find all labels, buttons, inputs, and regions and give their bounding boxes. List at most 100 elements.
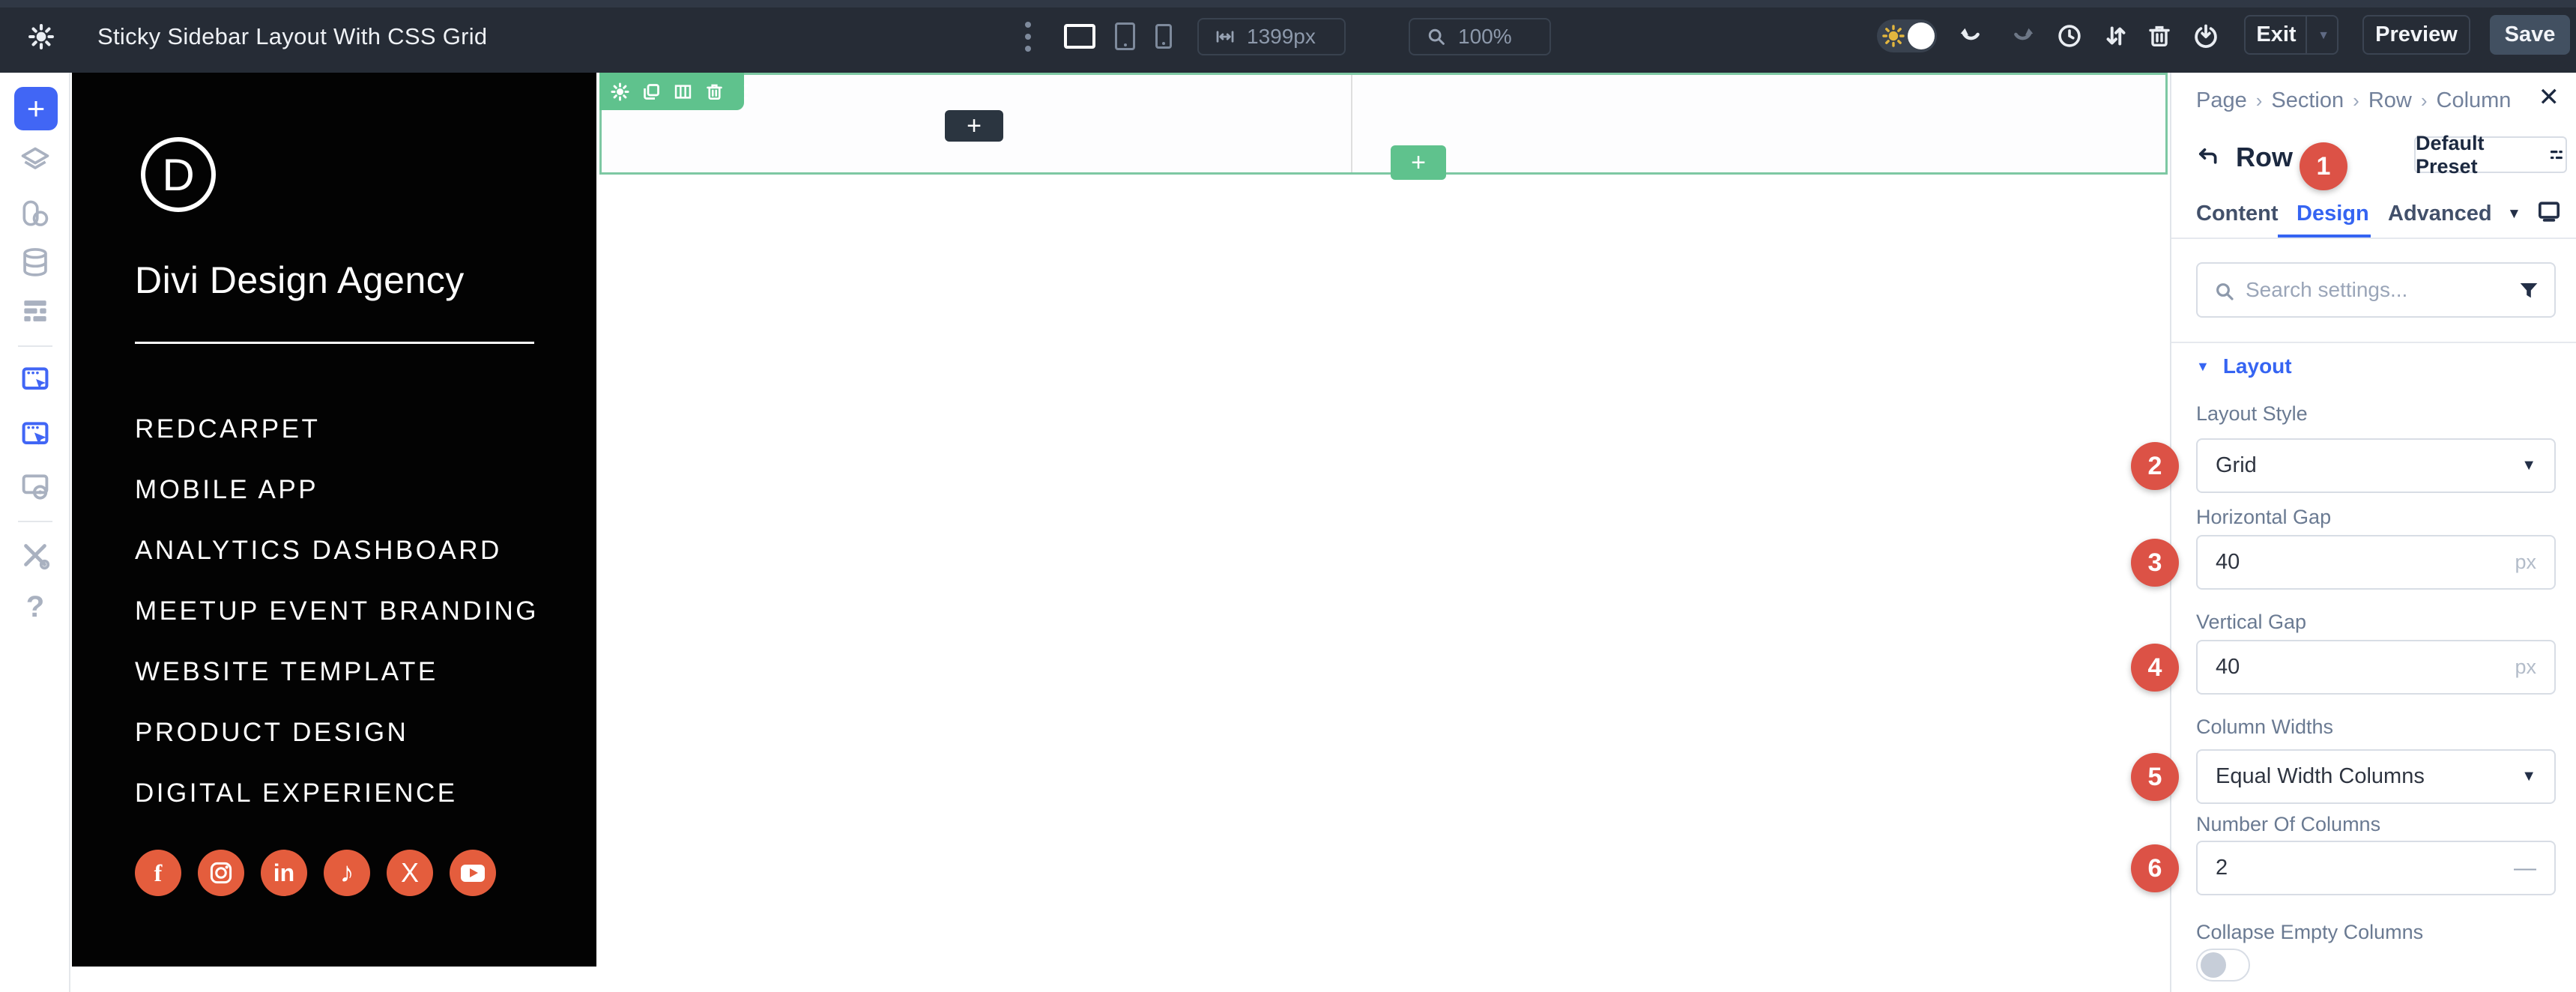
add-row-button[interactable]: + (1391, 145, 1446, 180)
page-settings-gear-icon[interactable] (27, 22, 55, 51)
sidebar-divider (135, 342, 534, 344)
selected-row[interactable]: + + (599, 73, 2168, 180)
undo-icon[interactable] (1957, 22, 1984, 49)
breadcrumb-row[interactable]: Row (2368, 88, 2412, 113)
column-widths-select[interactable]: Equal Width Columns ▼ (2196, 749, 2556, 804)
number-of-columns-input[interactable] (2216, 856, 2514, 880)
sort-arrows-icon[interactable] (2102, 22, 2129, 49)
row-settings-gear-icon[interactable] (610, 82, 630, 102)
breadcrumb-separator: › (2420, 89, 2428, 112)
row-duplicate-icon[interactable] (641, 82, 662, 102)
breadcrumb-section[interactable]: Section (2271, 88, 2344, 113)
click-mode-icon[interactable] (19, 363, 52, 396)
phone-view-icon[interactable] (1155, 24, 1172, 49)
row-columns-icon[interactable] (673, 82, 693, 102)
desktop-view-icon[interactable] (1064, 24, 1095, 49)
layout-style-select[interactable]: Grid ▼ (2196, 438, 2556, 493)
panel-divider (2171, 238, 2576, 239)
layout-section-header[interactable]: ▼ Layout (2196, 354, 2292, 378)
menu-item-website-template[interactable]: WEBSITE TEMPLATE (135, 657, 438, 687)
interaction-mode-icon[interactable] (19, 418, 52, 451)
horizontal-gap-label: Horizontal Gap (2196, 506, 2332, 528)
more-options-icon[interactable] (1025, 22, 1032, 52)
trash-icon[interactable] (2146, 22, 2173, 49)
column-widths-label: Column Widths (2196, 716, 2334, 738)
tabs-dropdown-caret-icon[interactable]: ▼ (2507, 206, 2521, 223)
vertical-gap-input[interactable] (2216, 655, 2515, 680)
settings-list-icon[interactable] (19, 294, 52, 327)
linkedin-glyph: in (273, 859, 295, 886)
menu-item-meetup-event-branding[interactable]: MEETUP EVENT BRANDING (135, 596, 539, 626)
save-label: Save (2504, 22, 2556, 46)
breadcrumb-separator: › (2255, 89, 2263, 112)
exit-label: Exit (2256, 22, 2297, 46)
back-arrow-icon[interactable] (2195, 144, 2220, 169)
breadcrumb-column[interactable]: Column (2437, 88, 2512, 113)
tablet-view-icon[interactable] (1115, 22, 1135, 50)
collapse-empty-columns-toggle[interactable] (2196, 949, 2250, 982)
add-module-button[interactable]: + (945, 110, 1003, 142)
search-icon (2216, 283, 2234, 300)
number-of-columns-label: Number Of Columns (2196, 813, 2381, 835)
exit-button[interactable]: Exit ▼ (2244, 15, 2338, 55)
horizontal-gap-input[interactable] (2216, 550, 2515, 575)
preview-button[interactable]: Preview (2362, 15, 2470, 55)
slider-handle[interactable]: — (2514, 856, 2536, 881)
responsive-monitor-icon[interactable] (2534, 199, 2564, 224)
breadcrumb-page[interactable]: Page (2196, 88, 2247, 113)
menu-item-product-design[interactable]: PRODUCT DESIGN (135, 718, 408, 748)
tab-advanced[interactable]: Advanced (2388, 202, 2492, 226)
default-preset-button[interactable]: Default Preset (2414, 132, 2567, 178)
history-icon[interactable] (2056, 22, 2083, 49)
x-twitter-icon[interactable]: X (387, 850, 433, 896)
vertical-gap-label: Vertical Gap (2196, 611, 2307, 633)
instagram-icon[interactable] (198, 850, 244, 896)
canvas-zoom-control[interactable]: 100% (1409, 18, 1551, 55)
tab-content[interactable]: Content (2196, 202, 2279, 226)
canvas-sticky-sidebar: D Divi Design Agency REDCARPET MOBILE AP… (72, 73, 596, 967)
divi-logo: D (141, 137, 216, 212)
panel-divider (2171, 342, 2576, 343)
layers-icon[interactable] (19, 145, 52, 178)
row-more-options-icon[interactable] (736, 82, 756, 102)
layout-style-value: Grid (2216, 453, 2257, 477)
canvas-width-value: 1399px (1247, 25, 1316, 48)
insert-module-button[interactable]: + (14, 87, 58, 130)
preview-label: Preview (2375, 22, 2458, 46)
search-input[interactable] (2246, 265, 2493, 315)
help-icon[interactable]: ? (19, 590, 52, 623)
linkedin-icon[interactable]: in (261, 850, 307, 896)
menu-item-mobile-app[interactable]: MOBILE APP (135, 475, 318, 505)
menu-item-digital-experience[interactable]: DIGITAL EXPERIENCE (135, 778, 458, 808)
design-presets-icon[interactable] (19, 197, 52, 230)
menu-item-analytics-dashboard[interactable]: ANALYTICS DASHBOARD (135, 536, 502, 566)
builder-theme-toggle[interactable] (1877, 19, 1937, 52)
row-trash-icon[interactable] (704, 82, 725, 102)
annotation-badge-1: 1 (2300, 142, 2347, 190)
save-button[interactable]: Save (2490, 15, 2570, 55)
rail-divider (18, 521, 52, 522)
tab-design[interactable]: Design (2297, 202, 2369, 226)
builder-icon-rail: + ? (0, 73, 70, 992)
exit-divider (2306, 16, 2307, 53)
tools-icon[interactable] (19, 539, 52, 572)
toggle-knob (2201, 952, 2226, 978)
canvas-width-control[interactable]: 1399px (1197, 18, 1346, 55)
layout-style-label: Layout Style (2196, 402, 2308, 425)
social-icons-row: f in ♪ X (135, 850, 496, 896)
horizontal-gap-unit: px (2515, 551, 2536, 573)
database-icon[interactable] (19, 246, 52, 279)
preview-eye-icon[interactable] (19, 471, 52, 503)
filter-funnel-icon[interactable] (2517, 279, 2541, 303)
menu-item-redcarpet[interactable]: REDCARPET (135, 414, 320, 444)
toggle-knob (1908, 22, 1935, 49)
divi-visual-builder: Sticky Sidebar Layout With CSS Grid 1399… (0, 0, 2576, 992)
exit-caret-icon[interactable]: ▼ (2318, 29, 2329, 43)
youtube-icon[interactable] (450, 850, 496, 896)
facebook-icon[interactable]: f (135, 850, 181, 896)
redo-icon[interactable] (2010, 22, 2037, 49)
tiktok-icon[interactable]: ♪ (324, 850, 370, 896)
close-icon[interactable]: ✕ (2539, 85, 2560, 110)
tiktok-glyph: ♪ (339, 856, 354, 889)
portability-icon[interactable] (2192, 22, 2219, 49)
